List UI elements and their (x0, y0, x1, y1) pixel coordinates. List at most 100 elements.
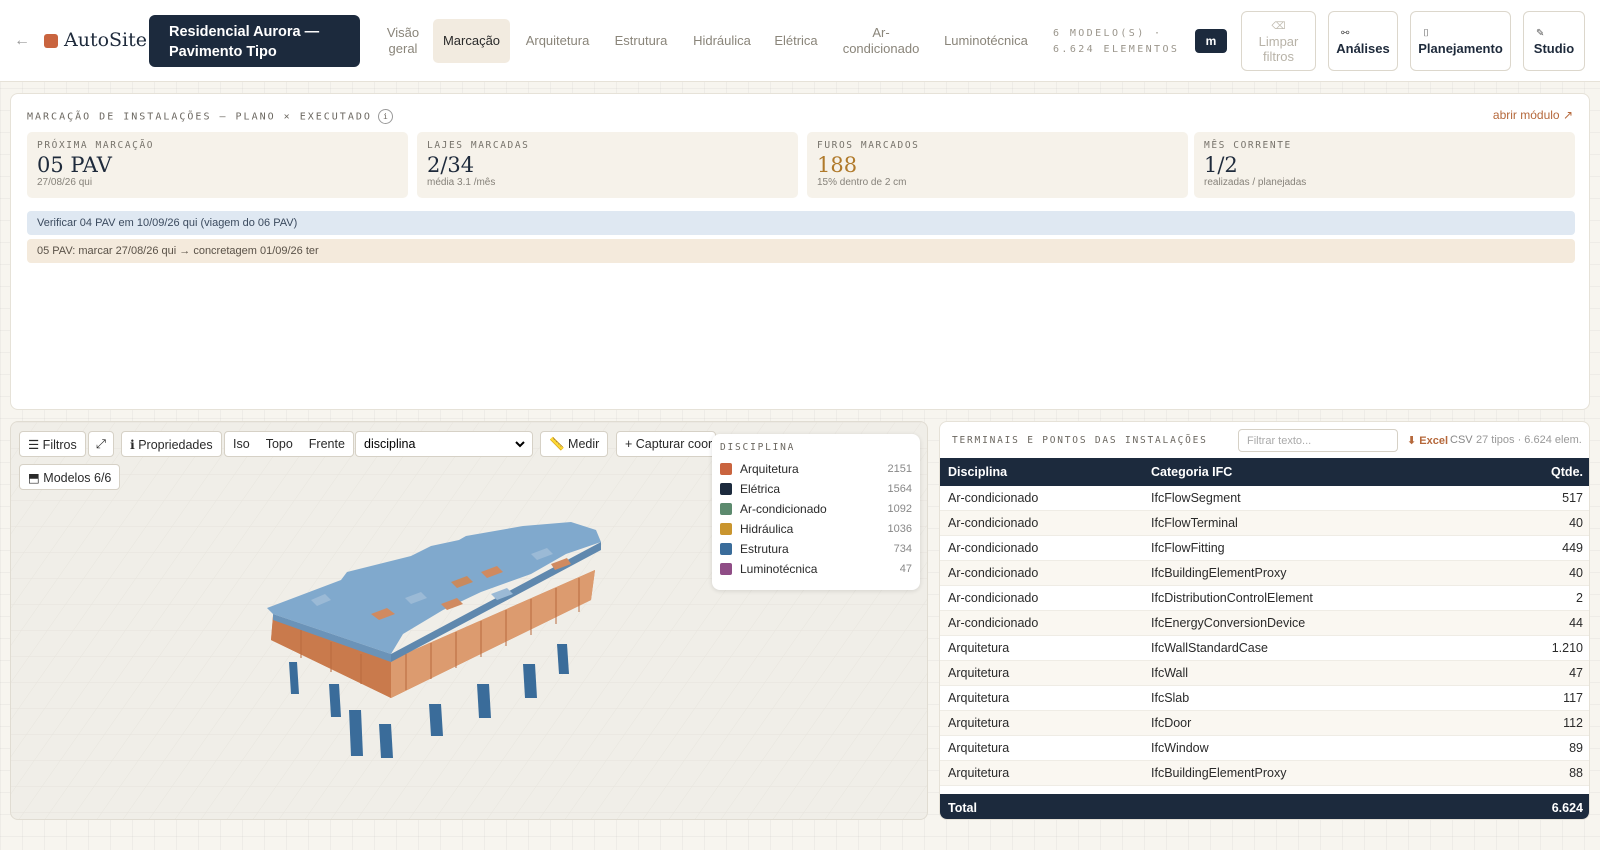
model-viewer[interactable]: ☰ Filtros ⤢ ℹ Propriedades Iso Topo Fren… (10, 421, 928, 820)
tab-ar-condicionado[interactable]: Ar-condicionado (836, 19, 926, 63)
models-button[interactable]: ⬒ Modelos 6/6 (19, 464, 121, 490)
table-row[interactable]: Arquitetura IfcWallStandardCase 1.210 (940, 636, 1589, 661)
cell-categoria: IfcBuildingElementProxy (1151, 566, 1287, 580)
view-front-button[interactable]: Frente (301, 437, 353, 451)
cell-categoria: IfcWindow (1151, 741, 1209, 755)
table-row[interactable]: Arquitetura IfcDoor 112 (940, 711, 1589, 736)
card-value: 1/2 (1204, 153, 1238, 177)
card-mes-corrente: MÊS CORRENTE 1/2 realizadas / planejadas (1194, 132, 1575, 198)
table-row[interactable]: Arquitetura IfcSlab 117 (940, 686, 1589, 711)
button-label: Análises (1336, 41, 1390, 56)
tab-arquitetura[interactable]: Arquitetura (521, 19, 594, 63)
unit-toggle-button[interactable]: m (1195, 29, 1227, 53)
cell-categoria: IfcSlab (1151, 691, 1190, 705)
studio-button[interactable]: ✎ Studio (1523, 11, 1585, 71)
expand-icon[interactable]: ⤢ (88, 431, 114, 457)
models-count-line: 6.624 ELEMENTOS (1053, 44, 1180, 55)
legend-swatch (720, 523, 732, 535)
cell-disciplina: Ar-condicionado (948, 566, 1039, 580)
card-sub: 15% dentro de 2 cm (817, 177, 907, 188)
models-count: 6 MODELO(S) · 6.624 ELEMENTOS (1053, 26, 1179, 58)
table-row[interactable]: Ar-condicionado IfcFlowFitting 449 (940, 536, 1589, 561)
tab-luminotecnica[interactable]: Luminotécnica (940, 19, 1032, 63)
properties-button[interactable]: ℹ Propriedades (121, 431, 222, 457)
info-icon[interactable]: i (377, 109, 393, 124)
tab-hidraulica[interactable]: Hidráulica (687, 19, 757, 63)
tab-estrutura[interactable]: Estrutura (610, 19, 672, 63)
open-module-link[interactable]: abrir módulo ↗ (1493, 108, 1573, 122)
legend-item-hidraulica[interactable]: Hidráulica 1036 (720, 519, 912, 539)
analises-button[interactable]: ⚯ Análises (1328, 11, 1398, 71)
button-label: Limpar (1258, 33, 1299, 49)
column-header-categoria[interactable]: Categoria IFC (1151, 465, 1511, 479)
table-row[interactable]: Arquitetura IfcBuildingElementProxy 88 (940, 761, 1589, 786)
legend-count: 734 (893, 543, 912, 555)
table-row[interactable]: Ar-condicionado IfcFlowTerminal 40 (940, 511, 1589, 536)
legend-count: 1036 (887, 523, 912, 535)
export-excel-button[interactable]: ⬇ Excel (1407, 434, 1448, 447)
legend-count: 1564 (887, 483, 912, 495)
panel-title-text: MARCAÇÃO DE INSTALAÇÕES — PLANO × EXECUT… (27, 111, 372, 123)
card-label: LAJES MARCADAS (427, 140, 530, 151)
table-row[interactable]: Ar-condicionado IfcDistributionControlEle… (940, 586, 1589, 611)
table-filter-input[interactable] (1238, 429, 1398, 452)
table-row[interactable]: Ar-condicionado IfcFlowSegment 517 (940, 486, 1589, 511)
button-label: Planejamento (1418, 41, 1503, 56)
color-by-select[interactable]: disciplina (360, 432, 528, 456)
table-row[interactable]: Arquitetura IfcWindow 89 (940, 736, 1589, 761)
legend-item-ar-condicionado[interactable]: Ar-condicionado 1092 (720, 499, 912, 519)
legend-item-eletrica[interactable]: Elétrica 1564 (720, 479, 912, 499)
table-row[interactable]: Ar-condicionado IfcEnergyConversionDevice… (940, 611, 1589, 636)
card-furos-marcados: FUROS MARCADOS 188 15% dentro de 2 cm (807, 132, 1188, 198)
app-name: AutoSite (64, 29, 148, 51)
cell-qtde: 112 (1563, 716, 1583, 730)
tab-visao-geral[interactable]: Visão geral (380, 19, 426, 63)
legend-item-estrutura[interactable]: Estrutura 734 (720, 539, 912, 559)
filters-button[interactable]: ☰ Filtros (19, 431, 86, 457)
cell-categoria: IfcFlowFitting (1151, 541, 1225, 555)
view-iso-button[interactable]: Iso (225, 437, 258, 451)
clear-filters-button[interactable]: ⌫ Limpar filtros (1241, 11, 1316, 71)
legend-count: 2151 (887, 463, 912, 475)
planejamento-button[interactable]: ⌷ Planejamento (1410, 11, 1511, 71)
tab-marcacao[interactable]: Marcação (433, 19, 510, 63)
card-sub: realizadas / planejadas (1204, 177, 1307, 188)
cell-categoria: IfcDistributionControlElement (1151, 591, 1313, 605)
terminals-table-panel: TERMINAIS E PONTOS DAS INSTALAÇÕES ⬇ Exc… (939, 421, 1590, 820)
cell-disciplina: Arquitetura (948, 666, 1010, 680)
legend-item-luminotecnica[interactable]: Luminotécnica 47 (720, 559, 912, 579)
cell-categoria: IfcFlowSegment (1151, 491, 1241, 505)
arrow-left-icon[interactable]: ← (14, 32, 30, 50)
cell-qtde: 88 (1569, 766, 1583, 780)
cell-disciplina: Ar-condicionado (948, 541, 1039, 555)
link-icon: ⚯ (1341, 28, 1350, 39)
legend-count: 1092 (887, 503, 912, 515)
capture-coord-button[interactable]: + Capturar coord (616, 431, 716, 457)
column-header-disciplina[interactable]: Disciplina (940, 465, 1151, 479)
legend-panel: DISCIPLINA Arquitetura 2151 Elétrica 156… (712, 434, 920, 590)
marcacao-panel: MARCAÇÃO DE INSTALAÇÕES — PLANO × EXECUT… (10, 93, 1590, 410)
cell-qtde: 89 (1569, 741, 1583, 755)
view-top-button[interactable]: Topo (258, 437, 301, 451)
legend-label: Elétrica (740, 482, 781, 496)
view-presets: Iso Topo Frente (224, 431, 354, 457)
card-value: 2/34 (427, 153, 475, 177)
legend-item-arquitetura[interactable]: Arquitetura 2151 (720, 459, 912, 479)
card-sub: média 3.1 /mês (427, 177, 496, 188)
tab-eletrica[interactable]: Elétrica (770, 19, 822, 63)
column-header-qtde[interactable]: Qtde. (1511, 465, 1583, 479)
legend-label: Arquitetura (740, 462, 799, 476)
cell-qtde: 47 (1569, 666, 1583, 680)
project-selector[interactable]: Residencial Aurora — Pavimento Tipo (149, 15, 360, 67)
cell-disciplina: Ar-condicionado (948, 591, 1039, 605)
table-row[interactable]: Arquitetura IfcWall 47 (940, 661, 1589, 686)
cell-categoria: IfcBuildingElementProxy (1151, 766, 1287, 780)
export-csv-button[interactable]: CSV (1450, 434, 1473, 446)
table-row[interactable]: Ar-condicionado IfcBuildingElementProxy 40 (940, 561, 1589, 586)
cell-categoria: IfcWall (1151, 666, 1189, 680)
alert-verificar: Verificar 04 PAV em 10/09/26 qui (viagem… (27, 211, 1575, 235)
measure-button[interactable]: 📏 Medir (540, 431, 609, 457)
cell-categoria: IfcFlowTerminal (1151, 516, 1238, 530)
cell-categoria: IfcEnergyConversionDevice (1151, 616, 1306, 630)
legend-swatch (720, 543, 732, 555)
